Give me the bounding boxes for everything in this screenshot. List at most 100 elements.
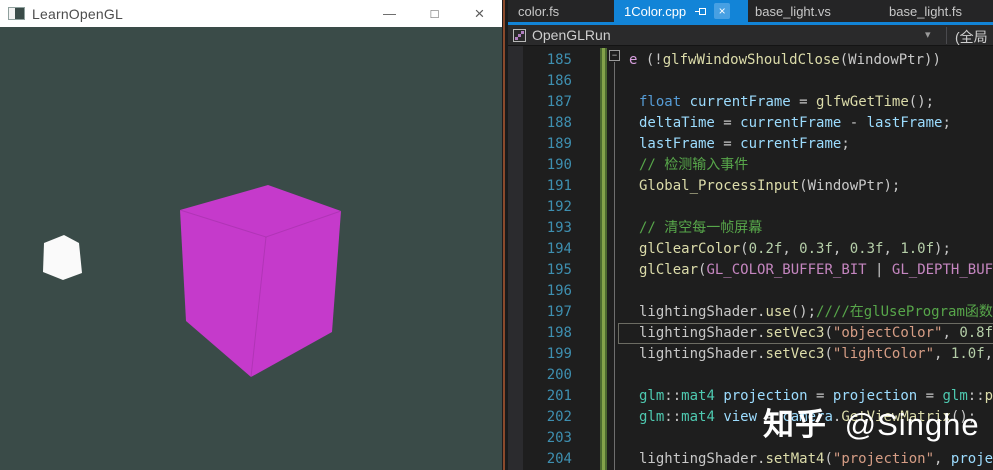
tab-label: color.fs bbox=[518, 3, 560, 19]
line-number: 195 bbox=[546, 262, 572, 278]
token-var: view bbox=[723, 409, 758, 425]
token-plain: ( bbox=[740, 241, 749, 257]
token-fn: use bbox=[765, 304, 791, 320]
token-num: 0.2f bbox=[748, 241, 783, 257]
code-line-186[interactable] bbox=[620, 71, 993, 92]
minimize-button[interactable]: — bbox=[367, 0, 412, 27]
token-plain: = bbox=[714, 136, 741, 152]
token-plain: , bbox=[832, 241, 850, 257]
token-cls: mat4 bbox=[681, 409, 715, 425]
code-line-198[interactable]: lightingShader.setVec3("objectColor", 0.… bbox=[620, 323, 993, 344]
token-plain: - bbox=[841, 115, 867, 131]
token-plain: = bbox=[790, 94, 817, 110]
code-line-190[interactable]: // 检测输入事件 bbox=[620, 155, 993, 176]
tab-label: 1Color.cpp bbox=[624, 3, 687, 19]
token-var: projec bbox=[950, 451, 993, 467]
token-plain: ( bbox=[824, 451, 833, 467]
code-line-192[interactable] bbox=[620, 197, 993, 218]
token-plain: (); bbox=[790, 304, 817, 320]
line-number: 197 bbox=[546, 304, 572, 320]
code-line-199[interactable]: lightingShader.setVec3("lightColor", 1.0… bbox=[620, 344, 993, 365]
token-plain: , bbox=[883, 241, 901, 257]
token-plain: , bbox=[942, 325, 960, 341]
token-plain: , bbox=[934, 346, 951, 362]
line-number: 198 bbox=[546, 325, 572, 341]
opengl-window: LearnOpenGL — □ × bbox=[0, 0, 502, 470]
code-line-185[interactable]: e (!glfwWindowShouldClose(WindowPtr)) bbox=[620, 50, 993, 71]
code-line-189[interactable]: lastFrame = currentFrame; bbox=[620, 134, 993, 155]
screen: LearnOpenGL — □ × color.fs 1Color.cpp × … bbox=[0, 0, 993, 470]
document-tab-bar: color.fs 1Color.cpp × base_light.vs base… bbox=[508, 0, 993, 22]
token-plain: (! bbox=[637, 52, 663, 68]
token-plain: (WindowPtr)) bbox=[839, 52, 941, 68]
chevron-down-icon[interactable]: ▾ bbox=[925, 28, 931, 41]
token-fn: glClear bbox=[639, 262, 699, 278]
tab-color-fs[interactable]: color.fs bbox=[508, 0, 614, 22]
token-var: lastFrame bbox=[866, 115, 943, 131]
object-cube bbox=[180, 185, 341, 377]
maximize-button[interactable]: □ bbox=[412, 0, 457, 27]
nav-separator bbox=[946, 27, 947, 44]
line-number: 201 bbox=[546, 388, 572, 404]
tab-base-light-vs[interactable]: base_light.vs bbox=[748, 0, 874, 22]
token-kw: float bbox=[639, 94, 682, 110]
token-plain: , bbox=[984, 346, 993, 362]
token-com: // 检测输入事件 bbox=[639, 157, 749, 173]
line-number: 187 bbox=[546, 94, 572, 110]
token-cls: glm bbox=[639, 409, 665, 425]
line-number-gutter: 185 186 187 188 189 190 191 192 193 194 195 196 197 1… bbox=[523, 50, 583, 470]
token-fn: setVec3 bbox=[765, 325, 825, 341]
code-line-204[interactable]: lightingShader.setMat4("projection", pro… bbox=[620, 449, 993, 470]
line-number: 193 bbox=[546, 220, 572, 236]
code-line-187[interactable]: float currentFrame = glfwGetTime(); bbox=[620, 92, 993, 113]
line-number: 204 bbox=[546, 451, 572, 467]
code-line-200[interactable] bbox=[620, 365, 993, 386]
line-number: 200 bbox=[546, 367, 572, 383]
scope-dropdown[interactable]: (全局 bbox=[955, 27, 988, 47]
code-line-193[interactable]: // 清空每一帧屏幕 bbox=[620, 218, 993, 239]
token-fn: setMat4 bbox=[765, 451, 825, 467]
token-plain: | bbox=[866, 262, 892, 278]
light-cube bbox=[43, 235, 82, 280]
opengl-titlebar[interactable]: LearnOpenGL — □ × bbox=[0, 0, 502, 27]
glyph-margin bbox=[508, 46, 523, 470]
tab-label: base_light.vs bbox=[755, 3, 831, 19]
token-plain: , bbox=[934, 451, 951, 467]
code-line-191[interactable]: Global_ProcessInput(WindowPtr); bbox=[620, 176, 993, 197]
tab-base-light-fs[interactable]: base_light.fs bbox=[874, 0, 993, 22]
token-macro: GL_COLOR_BUFFER_BIT bbox=[706, 262, 867, 278]
token-com: ////在glUseProgram函数 bbox=[816, 304, 993, 320]
line-number: 202 bbox=[546, 409, 572, 425]
token-var: lastFrame bbox=[639, 136, 715, 152]
line-number: 189 bbox=[546, 136, 572, 152]
token-fn: glClearColor bbox=[639, 241, 741, 257]
token-str: "lightColor" bbox=[832, 346, 935, 362]
window-controls: — □ × bbox=[367, 0, 502, 27]
vs-editor-panel: color.fs 1Color.cpp × base_light.vs base… bbox=[508, 0, 993, 470]
token-var: currentFrame bbox=[740, 136, 842, 152]
line-number: 186 bbox=[546, 73, 572, 89]
token-fn: pe bbox=[984, 388, 993, 404]
code-line-195[interactable]: glClear(GL_COLOR_BUFFER_BIT | GL_DEPTH_B… bbox=[620, 260, 993, 281]
token-cls: glm bbox=[639, 388, 665, 404]
token-num: 0.8f bbox=[959, 325, 993, 341]
token-num: 0.3f bbox=[799, 241, 833, 257]
tab-1color-cpp-active[interactable]: 1Color.cpp × bbox=[614, 0, 748, 22]
watermark: 知乎 @Singhe bbox=[763, 399, 980, 444]
opengl-viewport[interactable] bbox=[0, 27, 502, 470]
code-line-194[interactable]: glClearColor(0.2f, 0.3f, 0.3f, 1.0f); bbox=[620, 239, 993, 260]
code-line-196[interactable] bbox=[620, 281, 993, 302]
pin-icon[interactable] bbox=[695, 6, 707, 17]
code-line-197[interactable]: lightingShader.use();////在glUseProgram函数 bbox=[620, 302, 993, 323]
token-str: "objectColor" bbox=[832, 325, 943, 341]
close-button[interactable]: × bbox=[457, 0, 502, 27]
token-var: currentFrame bbox=[689, 94, 791, 110]
token-num: 1.0f bbox=[950, 346, 985, 362]
project-dropdown[interactable]: OpenGLRun bbox=[532, 27, 611, 43]
close-tab-icon[interactable]: × bbox=[714, 3, 731, 19]
token-plain: ( bbox=[824, 325, 833, 341]
token-str: "projection" bbox=[832, 451, 935, 467]
fold-collapse-icon[interactable]: − bbox=[609, 50, 620, 61]
code-line-188[interactable]: deltaTime = currentFrame - lastFrame; bbox=[620, 113, 993, 134]
